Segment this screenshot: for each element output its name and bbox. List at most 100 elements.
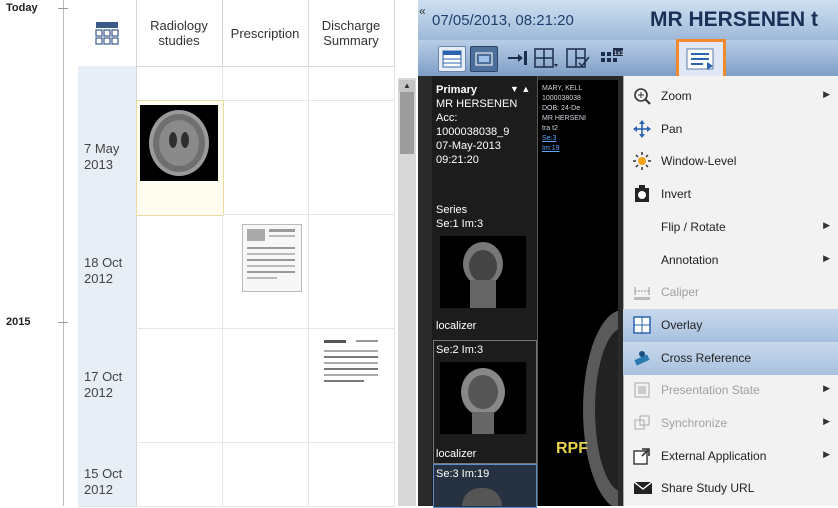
study-time: 09:21:20	[436, 154, 479, 166]
grid-cell	[136, 66, 223, 101]
menu-item-zoom[interactable]: Zoom ▶	[623, 80, 838, 113]
submenu-arrow-icon: ▶	[823, 219, 830, 230]
timeline-today-label: Today	[6, 2, 38, 14]
scrollbar-thumb[interactable]	[400, 92, 414, 154]
row-date: 18 Oct 2012	[84, 255, 123, 286]
menu-item-overlay[interactable]: Overlay	[623, 308, 838, 342]
prescription-cell[interactable]	[222, 214, 309, 329]
grid-cell	[222, 100, 309, 215]
grid-cell	[308, 66, 395, 101]
date-cell-empty	[78, 66, 137, 101]
series-3-label: Se:3 Im:19	[436, 468, 490, 480]
date-cell: 18 Oct 2012	[78, 214, 137, 329]
menu-item-annotation[interactable]: Annotation ▶	[623, 244, 838, 277]
share-url-icon	[633, 479, 653, 497]
prescription-thumbnail[interactable]	[242, 224, 302, 292]
head-scan-image	[463, 242, 503, 308]
document-preview-icon	[247, 229, 295, 279]
grid-cell	[222, 66, 309, 101]
row-date: 15 Oct 2012	[84, 466, 123, 497]
menu-item-label: Synchronize	[661, 416, 728, 430]
grid-view-button[interactable]	[78, 0, 137, 67]
menu-item-flip-rotate[interactable]: Flip / Rotate ▶	[623, 211, 838, 244]
menu-item-label: Window-Level	[661, 154, 737, 169]
collapse-panel-button[interactable]: «	[419, 4, 426, 18]
submenu-arrow-icon: ▶	[823, 383, 830, 394]
layout-1x1-icon: 1x1	[601, 48, 624, 62]
menu-item-label: Overlay	[661, 317, 703, 332]
menu-item-label: Annotation	[661, 252, 719, 267]
timeline-tick	[58, 8, 68, 9]
menu-item-share-study-url[interactable]: Share Study URL	[623, 472, 838, 505]
submenu-arrow-icon: ▶	[823, 89, 830, 99]
scroll-up-arrow[interactable]: ▲	[399, 80, 415, 92]
row-date: 7 May 2013	[84, 141, 120, 172]
tile-layout-button[interactable]	[564, 46, 590, 70]
dropdown-arrow-icon[interactable]: ▼ ▲	[510, 84, 530, 94]
tools-menu-icon	[686, 48, 714, 70]
layout-grid-button[interactable]	[532, 46, 558, 70]
menu-item-label: Presentation State	[661, 383, 760, 398]
menu-item-window-level[interactable]: Window-Level	[623, 145, 838, 178]
menu-item-label: Invert	[661, 187, 692, 202]
date-cell: 17 Oct 2012	[78, 328, 137, 443]
tools-menu-button[interactable]	[676, 39, 726, 79]
invert-icon	[633, 185, 651, 203]
column-header-discharge[interactable]: Discharge Summary	[308, 0, 395, 67]
menu-item-presentation-state[interactable]: Presentation State ▶	[623, 374, 838, 407]
calendar-grid-icon	[442, 50, 462, 68]
column-header-radiology[interactable]: Radiology studies	[136, 0, 223, 67]
one-by-one-layout-button[interactable]: 1x1	[598, 46, 624, 70]
menu-item-external-application[interactable]: External Application ▶	[623, 440, 838, 473]
document-grid: Radiology studies Prescription Discharge…	[78, 0, 418, 507]
synchronize-icon	[633, 414, 651, 432]
menu-item-synchronize[interactable]: Synchronize ▶	[623, 407, 838, 440]
series-2-thumbnail[interactable]	[440, 362, 526, 434]
menu-item-invert[interactable]: Invert	[623, 178, 838, 211]
grid-cell	[308, 442, 395, 507]
study-date: 07-May-2013	[436, 140, 501, 152]
layout-grid-icon	[534, 48, 558, 68]
submenu-arrow-icon: ▶	[823, 416, 830, 426]
series-2-label: Se:2 Im:3	[436, 344, 484, 356]
radiology-cell-selected[interactable]	[136, 100, 224, 216]
series-heading: Series	[436, 204, 468, 216]
grid-cell	[136, 214, 223, 329]
discharge-cell[interactable]	[308, 328, 395, 443]
series-link-button[interactable]	[504, 46, 530, 70]
column-header-prescription[interactable]: Prescription	[222, 0, 309, 67]
patient-title: MR HERSENEN t	[650, 8, 819, 31]
grid-cell	[222, 442, 309, 507]
menu-item-label: Pan	[661, 121, 683, 136]
menu-item-pan[interactable]: Pan	[623, 113, 838, 146]
menu-item-cross-reference[interactable]: Cross Reference	[623, 341, 838, 375]
overlay-line: 1000038038	[542, 95, 581, 102]
menu-item-label: Zoom	[661, 89, 692, 103]
submenu-arrow-icon: ▶	[823, 448, 830, 459]
menu-item-caliper[interactable]: Caliper	[623, 276, 838, 309]
grid-cell	[136, 442, 223, 507]
discharge-thumbnail[interactable]	[320, 336, 382, 400]
overlay-info: MARY, KELL 1000038038 DOB: 24-De MR HERS…	[542, 84, 586, 154]
study-list-button[interactable]	[438, 46, 466, 72]
series-1-thumbnail[interactable]	[440, 236, 526, 308]
series-1-label: Se:1 Im:3	[436, 218, 484, 230]
timeline-axis	[63, 0, 64, 506]
presentation-state-icon	[633, 381, 651, 399]
single-view-button[interactable]	[470, 46, 498, 72]
mri-thumbnail[interactable]	[140, 105, 218, 181]
study-name: MR HERSENEN	[436, 98, 518, 110]
grid-cell	[222, 328, 309, 443]
overlay-line: Im:19	[542, 145, 560, 152]
overlay-line: Se:3	[542, 135, 557, 142]
overlay-line: MR HERSENI	[542, 115, 586, 122]
menu-item-label: Share Study URL	[661, 481, 755, 496]
grid-cell	[136, 328, 223, 443]
external-app-icon	[633, 447, 651, 465]
date-cell: 15 Oct 2012	[78, 442, 137, 507]
submenu-arrow-icon: ▶	[823, 252, 830, 263]
window-level-icon	[633, 152, 651, 171]
single-frame-icon	[475, 52, 493, 66]
study-datetime: 07/05/2013, 08:21:20	[432, 12, 574, 29]
cross-reference-icon	[633, 349, 651, 367]
